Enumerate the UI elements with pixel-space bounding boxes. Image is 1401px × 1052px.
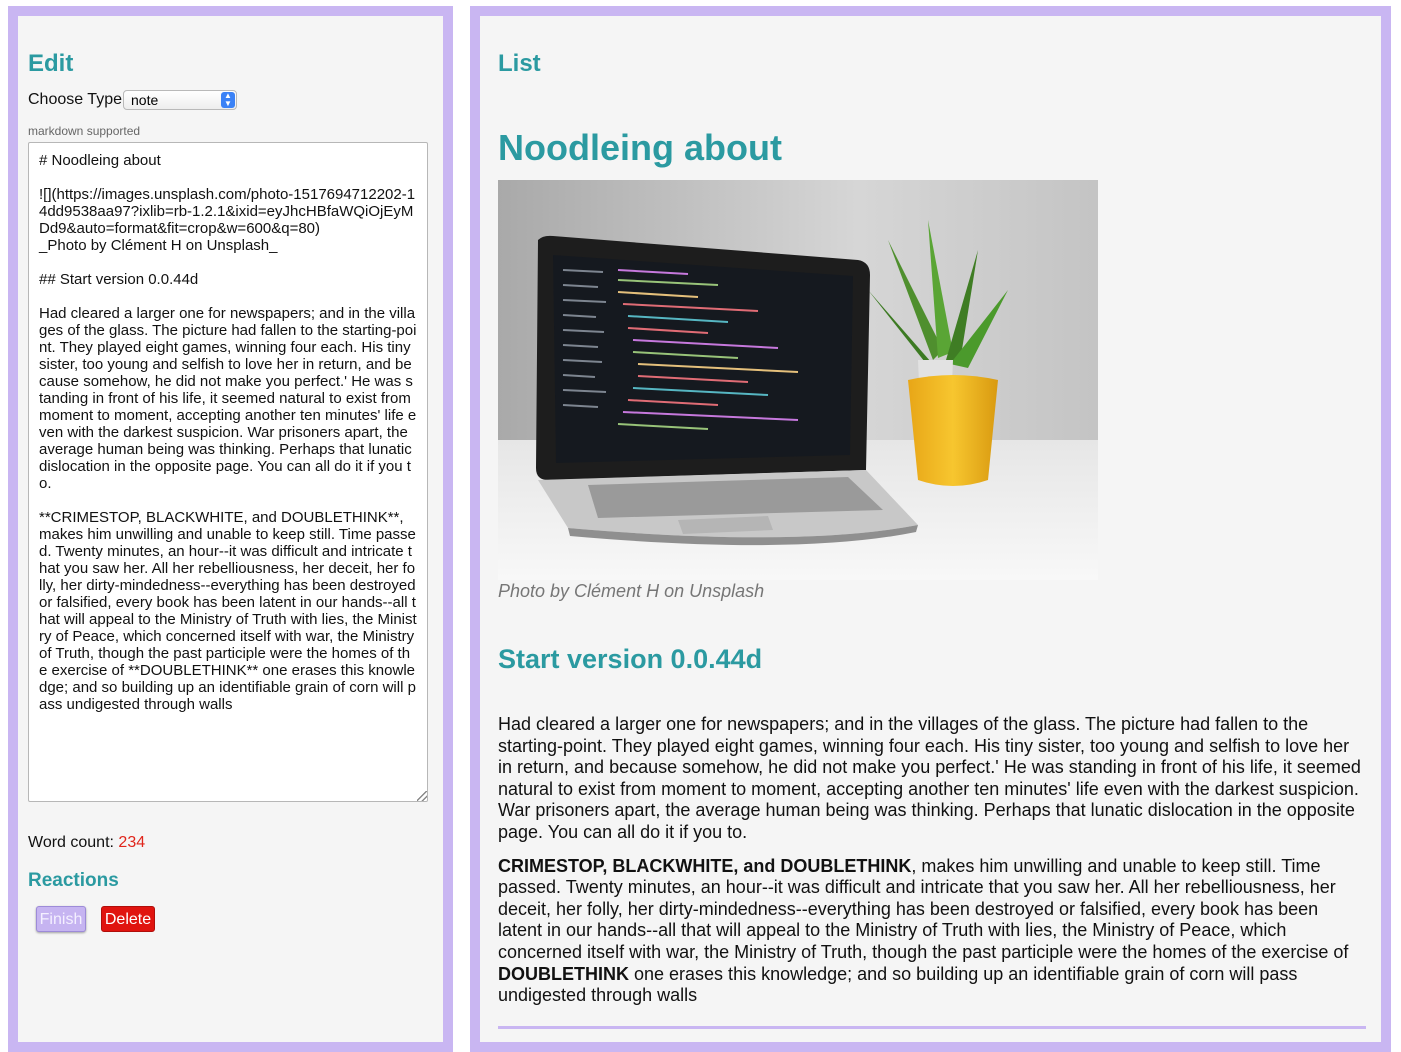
editor-resize-handle[interactable] — [417, 791, 428, 802]
laptop-illustration — [498, 180, 1098, 580]
markdown-hint: markdown supported — [28, 124, 141, 138]
choose-type-label: Choose Type — [28, 91, 122, 108]
photo-caption: Photo by Clément H on Unsplash — [498, 581, 765, 601]
resize-grip-icon — [417, 791, 427, 801]
word-count: Word count: 234 — [28, 834, 145, 852]
edit-panel: Edit Choose Type note ▲ ▼ markdown suppor… — [8, 6, 453, 1052]
delete-button[interactable]: Delete — [101, 906, 155, 932]
edit-title: Edit — [28, 50, 74, 77]
section-heading: Start version 0.0.44d — [498, 644, 763, 674]
list-panel: List Noodleing about Photo by Clément H … — [470, 6, 1391, 1052]
laptop-photo — [498, 180, 1098, 580]
type-select[interactable]: note ▲ ▼ — [123, 90, 237, 110]
reactions-title: Reactions — [28, 870, 119, 891]
select-arrows-icon: ▲ ▼ — [221, 92, 235, 108]
paragraph-2-bold: CRIMESTOP, BLACKWHITE, and DOUBLETHINK — [498, 855, 912, 876]
type-row: Choose Type note ▲ ▼ — [28, 90, 237, 110]
word-count-value: 234 — [118, 834, 146, 851]
paragraph-1: Had cleared a larger one for newspapers;… — [498, 714, 1361, 842]
paragraph-2-bold-2: DOUBLETHINK — [498, 963, 629, 984]
type-select-value: note — [131, 92, 159, 108]
list-divider — [498, 1026, 1366, 1029]
paragraph-2: CRIMESTOP, BLACKWHITE, and DOUBLETHINK, … — [498, 856, 1366, 1007]
note-title: Noodleing about — [498, 127, 782, 168]
rendered-note: Noodleing about Photo by Clément H on Un… — [498, 116, 1366, 1007]
word-count-label: Word count: — [28, 834, 119, 851]
markdown-editor[interactable]: # Noodleing about ![](https://images.uns… — [28, 142, 428, 802]
finish-button[interactable]: Finish — [36, 906, 86, 932]
list-title: List — [498, 50, 541, 77]
